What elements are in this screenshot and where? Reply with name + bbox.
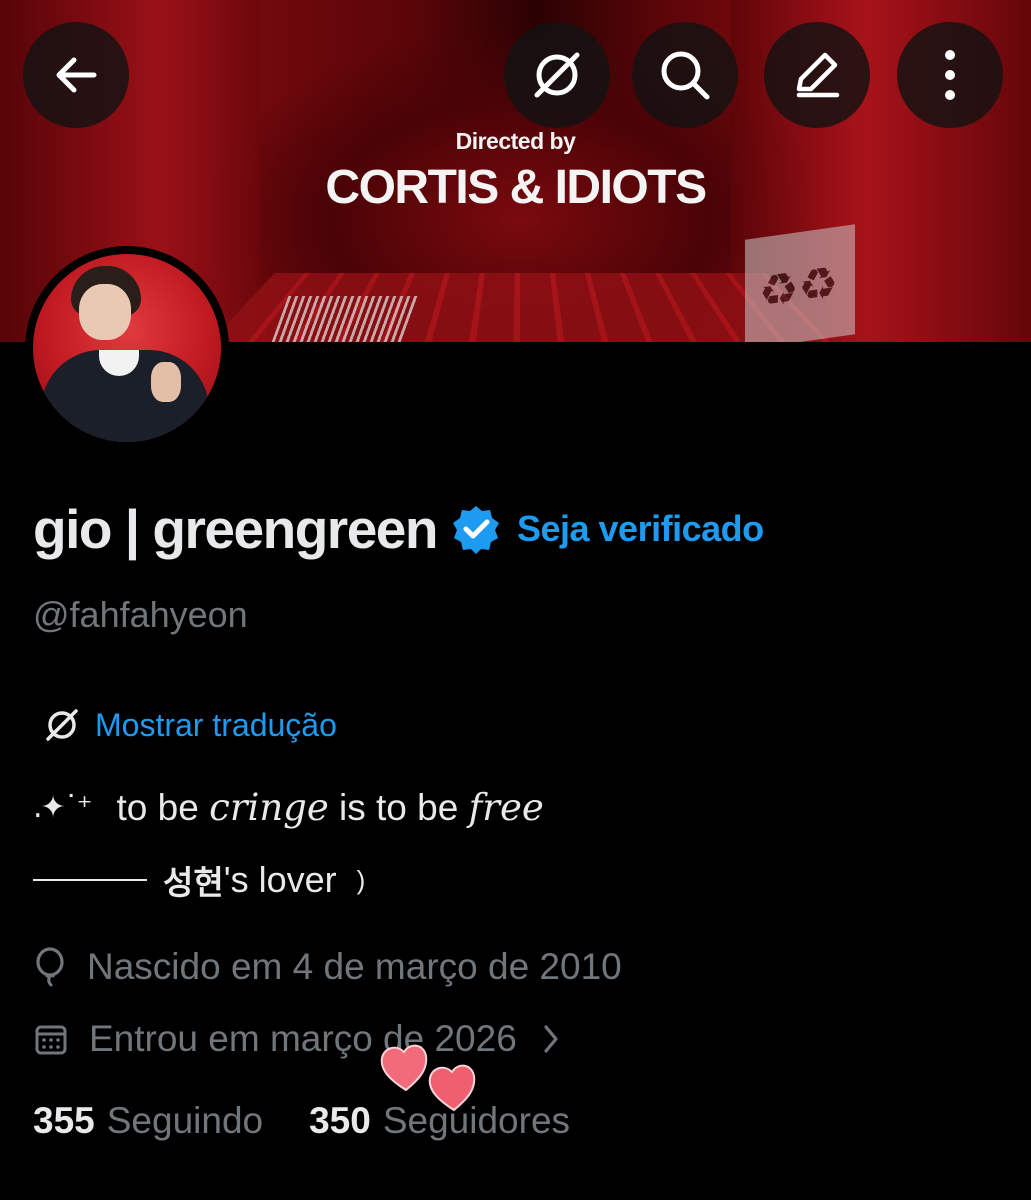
verified-badge-icon[interactable] bbox=[451, 504, 501, 554]
banner-barcode bbox=[271, 296, 419, 342]
bio-text-a: to be bbox=[116, 786, 199, 828]
bio-text-b: cringe bbox=[209, 786, 329, 829]
show-translation-button[interactable]: Mostrar tradução bbox=[43, 706, 337, 744]
more-vertical-icon bbox=[945, 50, 955, 100]
bio-text-d: free bbox=[468, 786, 544, 829]
sparkle-icon: .✦˙⁺ bbox=[33, 790, 92, 825]
arrow-left-icon bbox=[56, 57, 97, 93]
search-button[interactable] bbox=[632, 22, 738, 128]
followers-count: 350 bbox=[309, 1100, 371, 1141]
get-verified-link[interactable]: Seja verificado bbox=[517, 508, 764, 550]
bio-paren: ) bbox=[356, 864, 366, 895]
display-name: gio | greengreen bbox=[33, 498, 438, 560]
bio-korean-name: 성현 bbox=[163, 863, 224, 902]
show-translation-label: Mostrar tradução bbox=[95, 706, 337, 743]
translate-globe-icon bbox=[534, 52, 580, 98]
birth-date-row: Nascido em 4 de março de 2010 bbox=[33, 946, 622, 988]
bio-line-1: .✦˙⁺ to be cringe is to be free bbox=[33, 786, 544, 829]
balloon-icon bbox=[36, 947, 64, 987]
avatar-photo bbox=[33, 254, 221, 442]
calendar-icon bbox=[35, 1025, 67, 1055]
bio-line-2: 성현's lover ) bbox=[33, 856, 365, 904]
banner-recycle-box: ♻♻ bbox=[745, 224, 855, 342]
follow-stats-row: 355 Seguindo 350 Seguidores bbox=[33, 1100, 570, 1142]
translate-globe-icon bbox=[46, 709, 78, 741]
translate-profile-button[interactable] bbox=[504, 22, 610, 128]
banner-brand-title: CORTIS & IDIOTS bbox=[325, 161, 707, 214]
back-button[interactable] bbox=[23, 22, 129, 128]
birth-date-text: Nascido em 4 de março de 2010 bbox=[87, 946, 622, 987]
banner-directed-by: Directed by bbox=[455, 128, 576, 154]
avatar-photo-face bbox=[79, 284, 131, 340]
following-link[interactable]: 355 Seguindo bbox=[33, 1100, 263, 1142]
recycle-icon: ♻♻ bbox=[759, 256, 838, 319]
bio-dash-line bbox=[33, 879, 147, 881]
chevron-right-icon bbox=[544, 1025, 558, 1053]
bio-text-c: is to be bbox=[339, 786, 459, 828]
edit-profile-button[interactable] bbox=[764, 22, 870, 128]
display-name-row: gio | greengreen Seja verificado bbox=[33, 498, 764, 560]
profile-handle: @fahfahyeon bbox=[33, 594, 248, 635]
edit-pencil-icon bbox=[796, 52, 840, 98]
search-icon bbox=[661, 51, 710, 100]
avatar-photo-hand bbox=[151, 362, 181, 402]
hearts-sticker bbox=[380, 1044, 476, 1112]
profile-avatar[interactable] bbox=[25, 246, 229, 450]
following-label: Seguindo bbox=[106, 1100, 264, 1141]
following-count: 355 bbox=[33, 1100, 95, 1141]
bio-lover-text: 's lover bbox=[223, 859, 337, 900]
more-options-button[interactable] bbox=[897, 22, 1003, 128]
